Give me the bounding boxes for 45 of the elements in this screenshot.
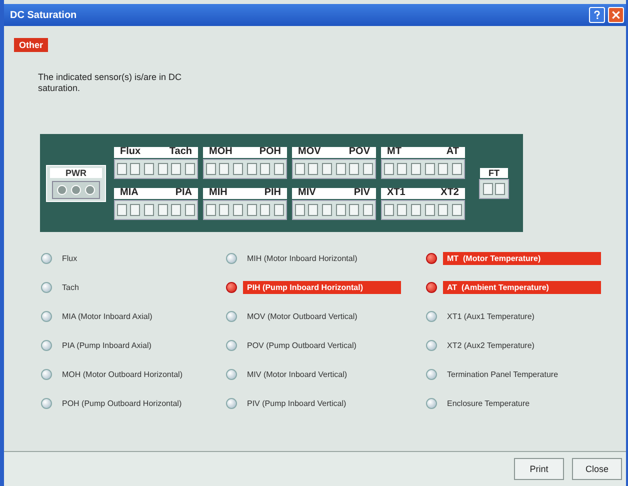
- sensor-label: MOH (Motor Outboard Horizontal): [61, 369, 184, 381]
- sensor-label: XT2 (Aux2 Temperature): [446, 340, 536, 352]
- connector-label: POV: [348, 147, 370, 157]
- sensor-label: MOV (Motor Outboard Vertical): [246, 311, 358, 323]
- terminal-strip: [479, 178, 509, 198]
- connector-label: FT: [480, 168, 508, 178]
- connector-label: PIV: [354, 188, 370, 198]
- sensor-label: MT (Motor Temperature): [443, 252, 601, 265]
- sensor-label: Termination Panel Temperature: [446, 369, 560, 381]
- connector-label: MOH: [209, 147, 232, 157]
- sensor-label: MIV (Motor Inboard Vertical): [246, 369, 348, 381]
- connector-label: MOV: [298, 147, 321, 157]
- connector-label: PIH: [264, 188, 281, 198]
- connector-label: Tach: [169, 147, 192, 157]
- sensor-label: POV (Pump Outboard Vertical): [246, 340, 358, 352]
- sensor-label: PIA (Pump Inboard Axial): [61, 340, 152, 352]
- connector-label: XT1: [387, 188, 406, 198]
- sensor-label: PIV (Pump Inboard Vertical): [246, 398, 348, 410]
- sensor-label: AT (Ambient Temperature): [443, 281, 601, 294]
- message-text: The indicated sensor(s) is/are in DC saturation.: [38, 72, 183, 94]
- connector-label: MIV: [298, 188, 316, 198]
- connector-label: Flux: [120, 147, 141, 157]
- sensor-label: POH (Pump Outboard Horizontal): [61, 398, 183, 410]
- close-icon[interactable]: [608, 7, 624, 23]
- sensor-label: MIH (Motor Inboard Horizontal): [246, 253, 358, 265]
- connector-label: PWR: [50, 168, 102, 178]
- help-icon[interactable]: [589, 7, 605, 23]
- connector-label: PIA: [175, 188, 192, 198]
- sensor-label: Tach: [61, 282, 80, 294]
- connector-label: MIA: [120, 188, 138, 198]
- window-title: DC Saturation: [10, 10, 77, 20]
- dialog-button[interactable]: Close: [572, 458, 622, 480]
- sensor-label: Flux: [61, 253, 78, 265]
- tab[interactable]: Other: [14, 38, 48, 52]
- connector-label: MIH: [209, 188, 228, 198]
- connector-label: AT: [446, 147, 459, 157]
- sensor-label: Enclosure Temperature: [446, 398, 531, 410]
- power-terminal-strip: [52, 180, 100, 198]
- dialog-button[interactable]: Print: [514, 458, 564, 480]
- sensor-label: MIA (Motor Inboard Axial): [61, 311, 154, 323]
- sensor-label: PIH (Pump Inboard Horizontal): [243, 281, 401, 294]
- connector-label: MT: [387, 147, 402, 157]
- connector-label: XT2: [440, 188, 459, 198]
- sensor-label: XT1 (Aux1 Temperature): [446, 311, 536, 323]
- connector-label: POH: [259, 147, 281, 157]
